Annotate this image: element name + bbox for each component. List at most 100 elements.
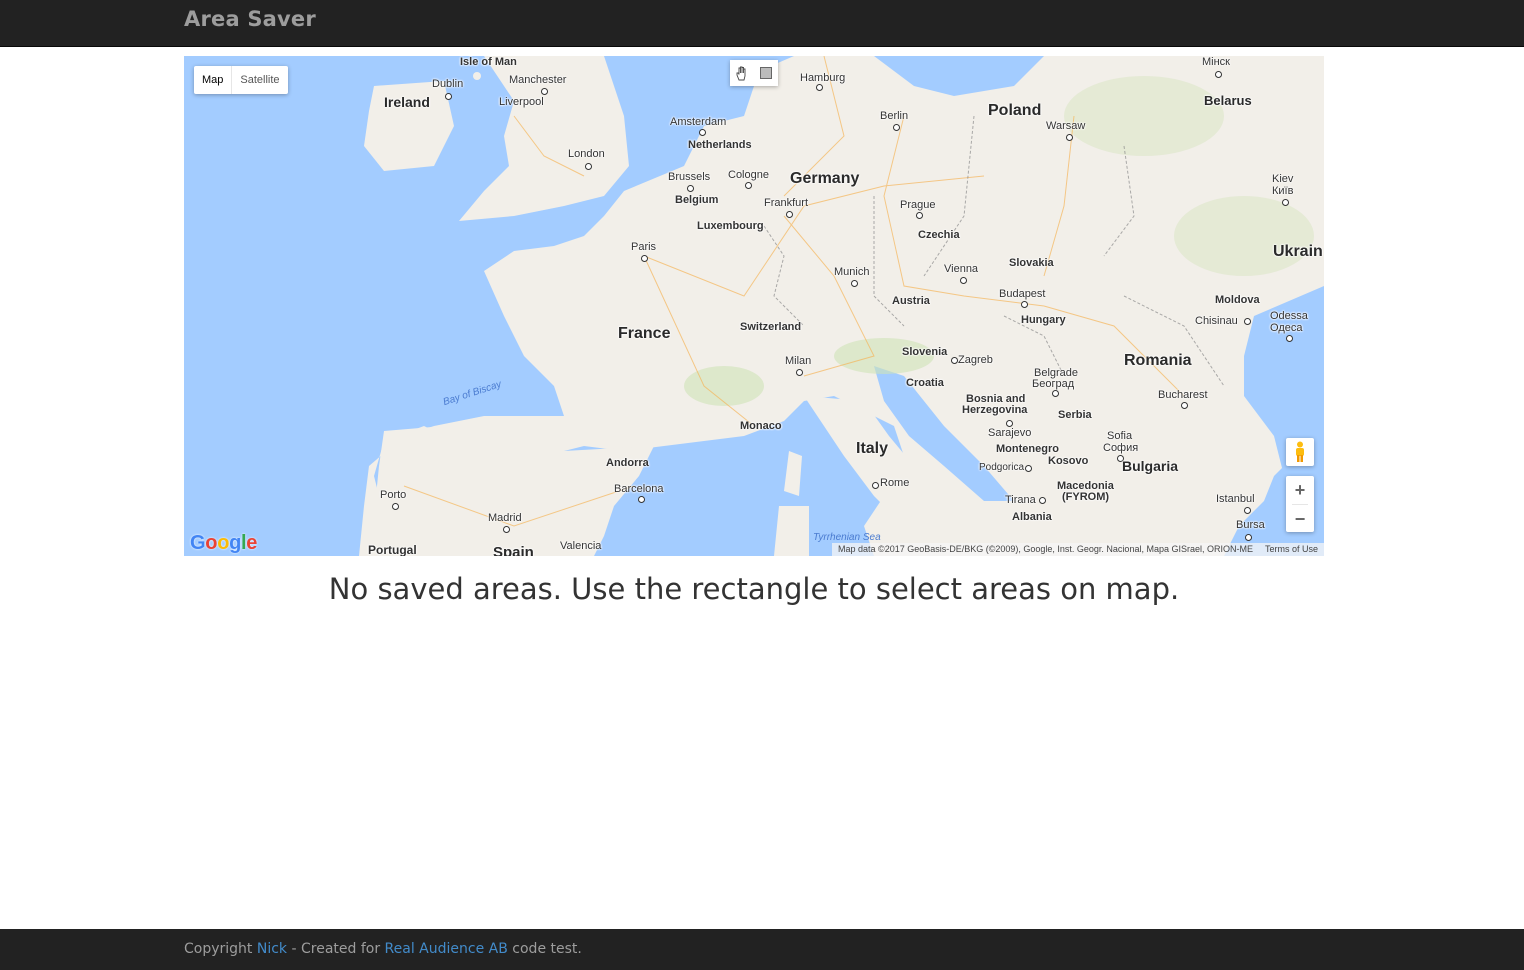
city-dot [699,129,706,136]
label-kiev: Kiev [1272,173,1294,185]
label-poland: Poland [988,102,1042,119]
label-netherlands: Netherlands [688,139,752,151]
label-bursa: Bursa [1236,519,1265,531]
label-ireland: Ireland [384,94,430,110]
label-chisinau: Chisinau [1195,315,1238,327]
label-luxembourg: Luxembourg [697,220,764,232]
label-sarajevo: Sarajevo [988,427,1032,439]
map-attribution: Map data ©2017 GeoBasis-DE/BKG (©2009), … [832,543,1324,556]
zoom-in-button[interactable]: + [1286,476,1314,504]
label-liverpool: Liverpool [499,96,544,108]
label-croatia: Croatia [906,377,944,389]
label-fyrom: (FYROM) [1062,491,1110,503]
city-dot [951,357,958,364]
city-dot [1245,534,1252,541]
city-dot [960,277,967,284]
label-london: London [568,148,605,160]
label-slovenia: Slovenia [902,346,948,358]
author-link[interactable]: Nick [257,941,287,957]
label-vienna: Vienna [944,263,979,275]
terms-of-use-link[interactable]: Terms of Use [1265,543,1318,556]
city-dot [1025,465,1032,472]
city-dot [392,503,399,510]
top-navbar: Area Saver [0,0,1524,47]
map-land-layer [184,56,1324,556]
label-amsterdam: Amsterdam [670,116,727,128]
map-canvas[interactable]: Isle of Man Dublin Manchester Liverpool … [184,56,1324,556]
label-podgorica: Podgorica [979,462,1025,473]
label-tyrrhenian-sea: Tyrrhenian Sea [813,532,881,543]
footer-middle: - Created for [287,941,385,957]
label-budapest: Budapest [999,288,1046,300]
label-france: France [618,325,671,342]
label-italy: Italy [856,440,889,457]
label-tirana: Tirana [1005,494,1036,506]
label-odessa: Odessa [1270,310,1308,322]
label-minsk: Мінск [1202,56,1230,68]
label-germany: Germany [790,170,860,187]
logo-letter: g [229,532,242,554]
label-madrid: Madrid [488,512,522,524]
zoom-control: + − [1286,476,1314,532]
label-warsaw: Warsaw [1046,120,1086,132]
label-cologne: Cologne [728,169,769,181]
city-dot [1052,390,1059,397]
app-brand[interactable]: Area Saver [184,7,316,31]
city-dot [585,163,592,170]
city-dot [893,124,900,131]
label-manchester: Manchester [509,74,567,86]
label-montenegro: Montenegro [996,443,1059,455]
city-dot [851,280,858,287]
city-dot [503,526,510,533]
hand-icon[interactable] [730,60,754,86]
attribution-text: Map data ©2017 GeoBasis-DE/BKG (©2009), … [838,544,1253,554]
map-type-map-button[interactable]: Map [194,66,231,94]
logo-letter: e [246,532,258,554]
label-munich: Munich [834,266,870,278]
footer: Copyright Nick - Created for Real Audien… [0,929,1524,970]
label-slovakia: Slovakia [1009,257,1054,269]
label-zagreb: Zagreb [958,354,993,366]
map-type-control: Map Satellite [194,66,288,94]
label-sofia: Sofia [1107,430,1133,442]
label-barcelona: Barcelona [614,483,664,495]
company-link[interactable]: Real Audience AB [385,941,508,957]
pegman-icon[interactable] [1286,438,1314,466]
logo-letter: o [205,532,218,554]
label-porto: Porto [380,489,407,501]
map-type-satellite-button[interactable]: Satellite [231,66,287,94]
rectangle-icon[interactable] [754,60,778,86]
city-dot [1282,199,1289,206]
label-kosovo: Kosovo [1048,455,1089,467]
label-milan: Milan [785,355,812,367]
label-kyiv: Київ [1272,185,1294,197]
label-paris: Paris [631,241,657,253]
city-dot [916,212,923,219]
label-berlin: Berlin [880,110,909,122]
label-switzerland: Switzerland [740,321,802,333]
label-albania: Albania [1012,511,1052,523]
city-dot [445,93,452,100]
label-hamburg: Hamburg [800,72,846,84]
label-belgium: Belgium [675,194,719,206]
zoom-out-button[interactable]: − [1286,505,1314,533]
label-rome: Rome [880,477,910,489]
label-beograd: Београд [1032,378,1075,390]
city-dot [641,255,648,262]
footer-suffix: code test. [507,941,582,957]
city-dot [796,369,803,376]
label-prague: Prague [900,199,936,211]
label-belarus: Belarus [1204,93,1252,108]
label-herzegovina: Herzegovina [962,404,1028,416]
label-odesa: Одеса [1270,322,1303,334]
google-logo[interactable]: Google [190,532,257,555]
city-dot [1021,301,1028,308]
logo-letter: G [190,532,206,554]
label-sofiya: София [1103,442,1139,454]
label-andorra: Andorra [606,457,649,469]
label-istanbul: Istanbul [1216,493,1255,505]
label-spain: Spain [493,544,534,556]
city-dot [1181,402,1188,409]
label-ukraine: Ukrain [1273,243,1323,260]
city-dot [1039,497,1046,504]
